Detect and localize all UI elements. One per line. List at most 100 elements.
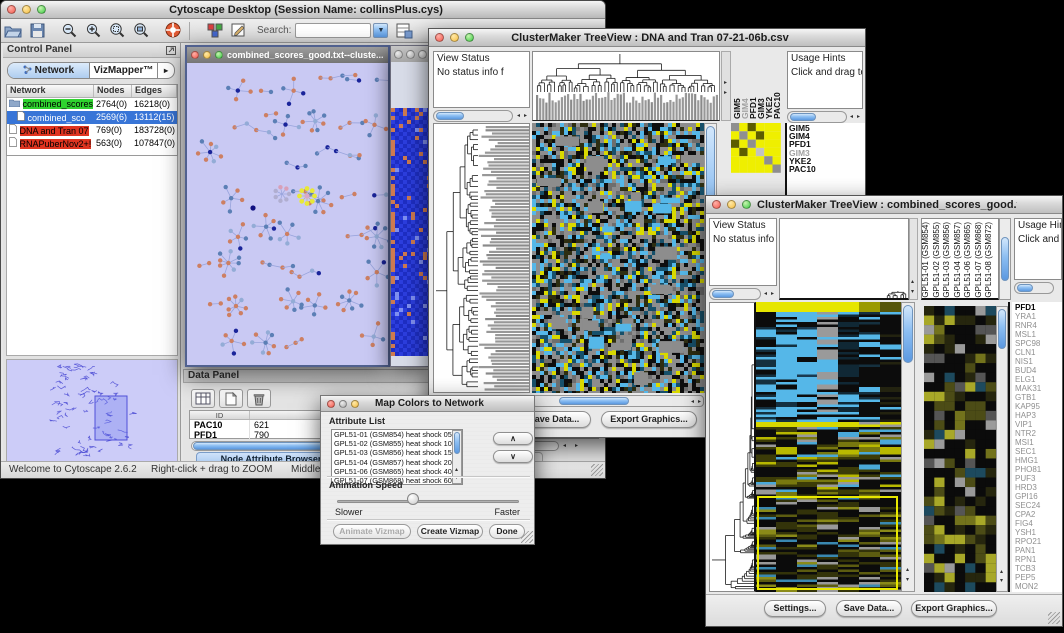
attribute-list-item[interactable]: GPL51-06 (GSM865) heat shock 40 min <box>332 467 462 476</box>
close-button[interactable] <box>7 5 16 14</box>
treeview2-button-export-graphics[interactable]: Export Graphics... <box>911 600 997 617</box>
search-input[interactable] <box>295 23 371 38</box>
network-list-row[interactable]: combined_scores2764(0)16218(0) <box>7 98 177 111</box>
gene-label[interactable]: MSL1 <box>1015 330 1062 339</box>
gene-label[interactable]: NIS1 <box>1015 357 1062 366</box>
vizmapper-icon[interactable] <box>203 21 227 41</box>
network-view-2-titlebar[interactable] <box>391 46 431 62</box>
splitter-strip[interactable]: ▸▸ <box>721 51 731 121</box>
splitter-strip[interactable]: ▴▾ <box>909 218 918 300</box>
attribute-list-item[interactable]: GPL51-03 (GSM856) heat shock 15 min <box>332 448 462 457</box>
zoom-button[interactable] <box>742 200 751 209</box>
main-heatmap[interactable] <box>756 302 901 592</box>
tab-vizmapper[interactable]: VizMapper™ <box>90 63 158 78</box>
slider-thumb[interactable] <box>407 493 419 505</box>
scroll-right-arrow[interactable]: ▸ <box>575 443 578 449</box>
network-name-cell[interactable]: RNAPuberNov2+! <box>7 137 94 150</box>
scroll-right-arrow[interactable]: ▸ <box>771 291 774 297</box>
search-dropdown-arrow[interactable]: ▼ <box>373 23 388 38</box>
gene-label[interactable]: MSI1 <box>1015 438 1062 447</box>
network-list-row[interactable]: RNAPuberNov2+!563(0)107847(0) <box>7 137 177 150</box>
gene-label[interactable]: TCB3 <box>1015 564 1062 573</box>
tab-overflow-arrow[interactable]: ▸ <box>158 63 174 78</box>
gene-label[interactable]: RPO21 <box>1015 537 1062 546</box>
minimize-button[interactable] <box>339 400 347 408</box>
gene-label[interactable]: PUF3 <box>1015 474 1062 483</box>
column-header[interactable]: Edges <box>132 85 177 97</box>
usage-hints-hscrollbar[interactable] <box>1014 282 1054 294</box>
save-icon[interactable] <box>25 21 49 41</box>
view-status-hscrollbar[interactable] <box>433 110 513 122</box>
gene-label[interactable]: NTR2 <box>1015 429 1062 438</box>
delete-attribute-icon[interactable] <box>247 389 271 408</box>
heatmap-vscrollbar[interactable]: ▴▾ <box>901 302 915 592</box>
close-button[interactable] <box>327 400 335 408</box>
treeview2-button-save-data[interactable]: Save Data... <box>836 600 902 617</box>
network-list-header[interactable]: NetworkNodesEdges <box>7 85 177 98</box>
gene-label[interactable]: HAP3 <box>1015 411 1062 420</box>
gene-label[interactable]: BUD4 <box>1015 366 1062 375</box>
gene-label[interactable]: RNR4 <box>1015 321 1062 330</box>
gene-label[interactable]: KAP95 <box>1015 402 1062 411</box>
tab-network[interactable]: Network <box>8 63 90 78</box>
column-dendrogram[interactable] <box>532 51 720 121</box>
gene-label[interactable]: VIP1 <box>1015 420 1062 429</box>
resize-grip[interactable] <box>591 464 603 476</box>
zoom-out-icon[interactable] <box>57 21 81 41</box>
birdseye-minimap[interactable] <box>6 359 178 469</box>
network-list-row[interactable]: DNA and Tran 07769(0)183728(0) <box>7 124 177 137</box>
gene-label[interactable]: PHO81 <box>1015 465 1062 474</box>
help-ring-icon[interactable] <box>161 21 185 41</box>
labels-vscrollbar[interactable] <box>999 218 1011 300</box>
attribute-list-item[interactable]: GPL51-01 (GSM854) heat shock 05 min <box>332 430 462 439</box>
network-name-cell[interactable]: combined_scores <box>7 98 94 111</box>
row-dendrogram[interactable] <box>433 123 530 393</box>
gene-label[interactable]: PAN1 <box>1015 546 1062 555</box>
gene-label[interactable]: GTB1 <box>1015 393 1062 402</box>
gene-label[interactable]: YSH1 <box>1015 528 1062 537</box>
minimize-button[interactable] <box>450 33 459 42</box>
treeview2-button-settings[interactable]: Settings... <box>764 600 826 617</box>
move-up-button[interactable]: ∧ <box>493 432 533 445</box>
zoom-button[interactable] <box>465 33 474 42</box>
scroll-left-arrow[interactable]: ◂ <box>764 291 767 297</box>
network-name-cell[interactable]: combined_sco <box>7 111 94 124</box>
gene-label[interactable]: HMG1 <box>1015 456 1062 465</box>
main-heatmap[interactable] <box>532 123 704 393</box>
zoom-heatmap[interactable] <box>924 306 996 592</box>
dialog-button-create-vizmap[interactable]: Create Vizmap <box>417 524 483 539</box>
zoom-button[interactable] <box>215 51 223 59</box>
close-button[interactable] <box>435 33 444 42</box>
gene-label[interactable]: CPA2 <box>1015 510 1062 519</box>
gene-label[interactable]: MON2 <box>1015 582 1062 591</box>
cluster-matrix[interactable] <box>731 123 781 173</box>
minimize-button[interactable] <box>203 51 211 59</box>
dialog-button-done[interactable]: Done <box>489 524 525 539</box>
gene-label[interactable]: MAK31 <box>1015 384 1062 393</box>
zoom-button[interactable] <box>351 400 359 408</box>
network-name-cell[interactable]: DNA and Tran 07 <box>7 124 94 137</box>
scroll-left-arrow[interactable]: ◂ <box>850 114 853 120</box>
network-list-row[interactable]: combined_sco2569(6)13112(15) <box>7 111 177 124</box>
attribute-select-icon[interactable] <box>191 389 215 408</box>
resize-grip[interactable] <box>1048 612 1060 624</box>
attribute-list-item[interactable]: GPL51-02 (GSM855) heat shock 10 min <box>332 439 462 448</box>
gene-label[interactable]: PEP5 <box>1015 573 1062 582</box>
treeview1-titlebar[interactable]: ClusterMaker TreeView : DNA and Tran 07-… <box>429 29 865 47</box>
gene-label[interactable]: HRD3 <box>1015 483 1062 492</box>
dense-network-canvas[interactable] <box>391 108 431 356</box>
network-canvas[interactable] <box>187 63 388 365</box>
zoom-button[interactable] <box>37 5 46 14</box>
minimize-button[interactable] <box>22 5 31 14</box>
gene-label[interactable]: PFD1 <box>1015 303 1062 312</box>
gene-label[interactable]: CLN1 <box>1015 348 1062 357</box>
scroll-right-arrow[interactable]: ▸ <box>524 113 527 119</box>
gene-label[interactable]: FIG4 <box>1015 519 1062 528</box>
usage-hints-hscrollbar[interactable] <box>787 111 847 123</box>
heatmap-selection[interactable] <box>757 496 898 590</box>
column-header[interactable]: ID <box>190 411 250 419</box>
scroll-left-arrow[interactable]: ◂ <box>517 113 520 119</box>
gene-label[interactable]: YRA1 <box>1015 312 1062 321</box>
move-down-button[interactable]: ∨ <box>493 450 533 463</box>
close-button[interactable] <box>191 51 199 59</box>
